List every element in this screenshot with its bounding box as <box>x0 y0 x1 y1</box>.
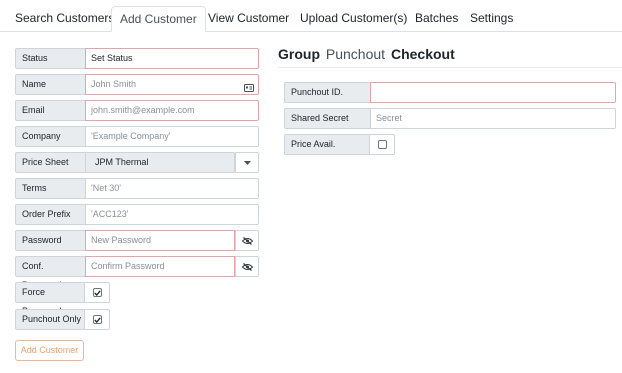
conf-password-placeholder: Confirm Password <box>91 261 165 271</box>
toggle-password-button[interactable] <box>235 230 259 251</box>
conf-password-input[interactable]: Confirm Password <box>85 256 235 277</box>
tab-search-customers[interactable]: Search Customers <box>15 6 114 31</box>
price-avail-checkbox-wrap <box>370 134 395 155</box>
price-sheet-select[interactable]: JPM Thermal <box>85 152 235 173</box>
tab-add-customer[interactable]: Add Customer <box>111 6 206 32</box>
punchout-only-checkbox-wrap <box>85 309 110 330</box>
order-prefix-placeholder: 'ACC123' <box>91 209 129 219</box>
eye-slash-icon <box>241 236 253 245</box>
email-label: Email <box>15 100 85 121</box>
section-title: Group Punchout Checkout <box>278 46 455 62</box>
punchout-id-input[interactable] <box>370 82 616 103</box>
punchout-only-label: Punchout Only <box>15 309 85 330</box>
punchout-only-checkbox[interactable] <box>92 315 102 324</box>
tab-batches[interactable]: Batches <box>415 6 458 31</box>
company-placeholder: 'Example Company' <box>91 131 171 141</box>
order-prefix-label: Order Prefix <box>15 204 85 225</box>
section-divider <box>278 67 622 68</box>
name-placeholder: John Smith <box>91 79 137 89</box>
email-placeholder: john.smith@example.com <box>91 105 195 115</box>
tab-punchout[interactable]: Punchout <box>324 46 387 62</box>
price-avail-label: Price Avail. <box>284 134 370 155</box>
price-avail-checkbox[interactable] <box>377 140 387 149</box>
password-input[interactable]: New Password <box>85 230 235 251</box>
caret-down-icon <box>243 160 251 165</box>
terms-input[interactable]: 'Net 30' <box>85 178 259 199</box>
price-sheet-value: JPM Thermal <box>95 157 149 167</box>
contact-card-icon <box>244 80 254 99</box>
force-password-checkbox-wrap <box>85 282 110 303</box>
name-label: Name <box>15 74 85 95</box>
toggle-conf-password-button[interactable] <box>235 256 259 277</box>
company-input[interactable]: 'Example Company' <box>85 126 259 147</box>
status-select[interactable]: Set Status <box>85 48 259 69</box>
punchout-id-label: Punchout ID. <box>284 82 370 103</box>
force-password-label: Force Password <box>15 282 85 316</box>
tab-view-customer[interactable]: View Customer <box>208 6 289 31</box>
price-sheet-dropdown-button[interactable] <box>235 152 259 173</box>
tab-bar: Search Customers Add Customer View Custo… <box>0 0 622 32</box>
check-icon <box>93 289 101 296</box>
name-input[interactable]: John Smith <box>85 74 259 95</box>
tab-group[interactable]: Group <box>278 46 320 62</box>
tab-settings[interactable]: Settings <box>470 6 513 31</box>
status-label: Status <box>15 48 85 69</box>
shared-secret-input[interactable]: Secret <box>370 108 616 129</box>
tab-checkout[interactable]: Checkout <box>391 46 455 62</box>
conf-password-label: Conf. Password <box>15 256 85 290</box>
shared-secret-placeholder: Secret <box>376 113 403 123</box>
email-input[interactable]: john.smith@example.com <box>85 100 259 121</box>
check-icon <box>93 316 101 323</box>
eye-slash-icon <box>241 262 253 271</box>
company-label: Company <box>15 126 85 147</box>
order-prefix-input[interactable]: 'ACC123' <box>85 204 259 225</box>
status-value: Set Status <box>91 53 133 63</box>
password-label: Password <box>15 230 85 251</box>
price-sheet-label: Price Sheet <box>15 152 85 173</box>
shared-secret-label: Shared Secret <box>284 108 370 129</box>
password-placeholder: New Password <box>91 235 152 245</box>
terms-label: Terms <box>15 178 85 199</box>
add-customer-button[interactable]: Add Customer <box>15 340 84 361</box>
force-password-checkbox[interactable] <box>92 288 102 297</box>
tab-upload-customers[interactable]: Upload Customer(s) <box>300 6 407 31</box>
terms-placeholder: 'Net 30' <box>91 183 121 193</box>
